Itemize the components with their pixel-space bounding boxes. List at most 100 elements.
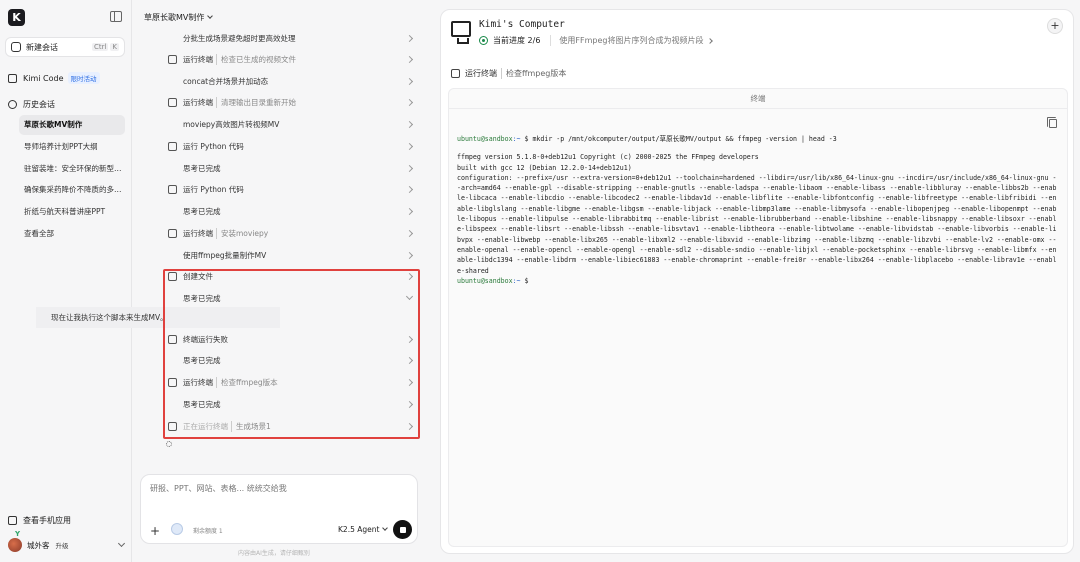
history-item[interactable]: 折纸与航天科普讲座PPT: [19, 202, 125, 222]
step-label: 思考已完成: [183, 355, 221, 365]
step-item[interactable]: 思考已完成: [168, 200, 414, 222]
step-item[interactable]: 运行 Python 代码: [168, 178, 414, 200]
step-item[interactable]: 使用ffmpeg批量制作MV: [168, 244, 414, 266]
final-prompt-line: ubuntu@sandbox:~ $: [457, 276, 1057, 286]
upgrade-link[interactable]: 升级: [56, 540, 69, 550]
step-item[interactable]: 运行终端 清理输出目录重新开始: [168, 91, 414, 113]
chevron-right-icon: [706, 37, 713, 44]
copy-icon[interactable]: [1047, 117, 1057, 128]
stop-button[interactable]: [393, 520, 412, 539]
chevron-right-icon: [405, 34, 414, 42]
blank-icon: [168, 356, 177, 365]
output-line: built with gcc 12 (Debian 12.2.0-14+deb1…: [457, 163, 632, 172]
step-item[interactable]: 思考已完成: [168, 393, 414, 415]
step-item[interactable]: moviepy高效图片转视频MV: [168, 113, 414, 135]
step-item[interactable]: 运行终端 安装moviepy: [168, 222, 414, 244]
terminal-output: ubuntu@sandbox :~ $ mkdir -p /mnt/okcompu…: [457, 134, 1057, 286]
blank-icon: [168, 120, 177, 129]
history-item[interactable]: 导师培养计划PPT大纲: [19, 137, 125, 157]
agent-selector[interactable]: K2.5 Agent: [338, 525, 389, 534]
new-chat-icon: [11, 42, 21, 52]
user-menu[interactable]: 城外客 升级: [8, 538, 126, 552]
step-label: 创建文件: [183, 271, 213, 281]
mode-toggle-icon[interactable]: [171, 523, 183, 535]
terminal-icon: [168, 54, 177, 64]
chevron-down-icon: [207, 13, 214, 19]
terminal-window[interactable]: 终端 ubuntu@sandbox:~ $ mkdir -p /mnt/okco…: [448, 88, 1068, 547]
step-item[interactable]: 正在运行终端 生成场景1: [168, 415, 414, 437]
progress-status[interactable]: 当前进度 2/6 使用FFmpeg将图片序列合成为视频片段: [479, 35, 713, 46]
sidebar-item-kimi-code[interactable]: Kimi Code 限时活动: [8, 72, 100, 84]
output-line: ffmpeg version 5.1.8-0+deb12u1 Copyright…: [457, 153, 759, 162]
step-item[interactable]: 运行 Python 代码: [168, 135, 414, 157]
step-label: 思考已完成: [183, 163, 221, 173]
blank-icon: [168, 164, 177, 173]
chevron-right-icon: [405, 229, 414, 237]
tool-detail: 检查ffmpeg版本: [501, 68, 566, 79]
composer-placeholder[interactable]: 研报、PPT、网站、表格... 统统交给我: [150, 483, 287, 494]
chevron-right-icon: [405, 142, 414, 150]
step-label: 运行终端: [183, 97, 213, 107]
prompt-symbol: $: [524, 276, 529, 285]
history-item[interactable]: 确保集采药降价不降质的多…: [19, 180, 125, 200]
command-line: ubuntu@sandbox:~ $ mkdir -p /mnt/okcompu…: [457, 134, 1057, 144]
phone-icon: [8, 516, 17, 525]
blank-icon: [168, 207, 177, 216]
chevron-right-icon: [405, 378, 414, 386]
step-detail: 检查ffmpeg版本: [216, 376, 278, 388]
chat-title[interactable]: 草原长歌MV制作: [144, 12, 214, 23]
step-item[interactable]: 思考已完成: [168, 157, 414, 179]
step-label: 思考已完成: [183, 399, 221, 409]
tool-name: 运行终端: [465, 69, 497, 78]
step-item[interactable]: 运行终端 检查ffmpeg版本: [168, 371, 414, 393]
mobile-app-link[interactable]: 查看手机应用: [8, 515, 71, 526]
blank-icon: [168, 77, 177, 86]
mobile-app-label: 查看手机应用: [23, 516, 71, 525]
promo-badge: 限时活动: [67, 72, 100, 84]
computer-panel: Kimi's Computer 当前进度 2/6 使用FFmpeg将图片序列合成…: [440, 9, 1074, 554]
blank-icon: [168, 34, 177, 43]
step-label: 思考已完成: [183, 293, 221, 303]
avatar: [8, 538, 22, 552]
step-item[interactable]: concat合并场景并加动态: [168, 70, 414, 92]
brand-mark: Y: [15, 530, 21, 538]
step-item[interactable]: 创建文件: [168, 265, 414, 287]
step-label: 运行终端: [183, 228, 213, 238]
chevron-down-icon: [405, 292, 414, 301]
output-line: configuration: --prefix=/usr --extra-ver…: [457, 173, 1057, 275]
terminal-icon: [168, 377, 177, 387]
terminal-icon: [168, 141, 177, 151]
kimi-logo[interactable]: K: [8, 9, 25, 26]
step-item[interactable]: 运行终端 检查已生成的视频文件: [168, 48, 414, 70]
prompt-path: :~: [512, 276, 521, 285]
chevron-right-icon: [405, 207, 414, 215]
history-item[interactable]: 草原长歌MV制作: [19, 115, 125, 135]
attach-plus-icon[interactable]: +: [150, 524, 160, 538]
loading-icon: [166, 441, 172, 447]
step-item[interactable]: 终端运行失败: [168, 328, 414, 350]
chevron-right-icon: [405, 400, 414, 408]
user-name: 城外客: [27, 540, 50, 550]
step-item[interactable]: 分批生成场景避免超时更高效处理: [168, 27, 414, 49]
progress-description: 使用FFmpeg将图片序列合成为视频片段: [550, 35, 704, 46]
command-text: $ mkdir -p /mnt/okcomputer/output/草原长歌MV…: [524, 135, 837, 143]
view-all-link[interactable]: 查看全部: [19, 224, 125, 244]
history-item[interactable]: 驻留装堆：安全环保的新型…: [19, 159, 125, 179]
chevron-right-icon: [405, 185, 414, 193]
new-chat-button[interactable]: 新建会话 Ctrl K: [5, 37, 125, 57]
kimi-code-label: Kimi Code: [23, 73, 64, 83]
message-composer[interactable]: 研报、PPT、网站、表格... 统统交给我 + 剩余额度 1 K2.5 Agen…: [140, 474, 418, 544]
terminal-icon: [168, 184, 177, 194]
sidebar-collapse-icon[interactable]: [110, 11, 122, 22]
step-detail: 清理输出目录重新开始: [216, 96, 296, 108]
step-item[interactable]: 思考已完成: [168, 287, 414, 309]
step-item[interactable]: 思考已完成: [168, 349, 414, 371]
clock-icon: [8, 100, 17, 109]
chevron-down-icon: [382, 525, 389, 531]
add-button[interactable]: +: [1047, 18, 1063, 34]
chevron-right-icon: [405, 422, 414, 430]
terminal-icon: [168, 421, 177, 431]
prompt-user: ubuntu@sandbox: [457, 135, 513, 143]
step-label: concat合并场景并加动态: [183, 76, 269, 86]
blank-icon: [168, 251, 177, 260]
